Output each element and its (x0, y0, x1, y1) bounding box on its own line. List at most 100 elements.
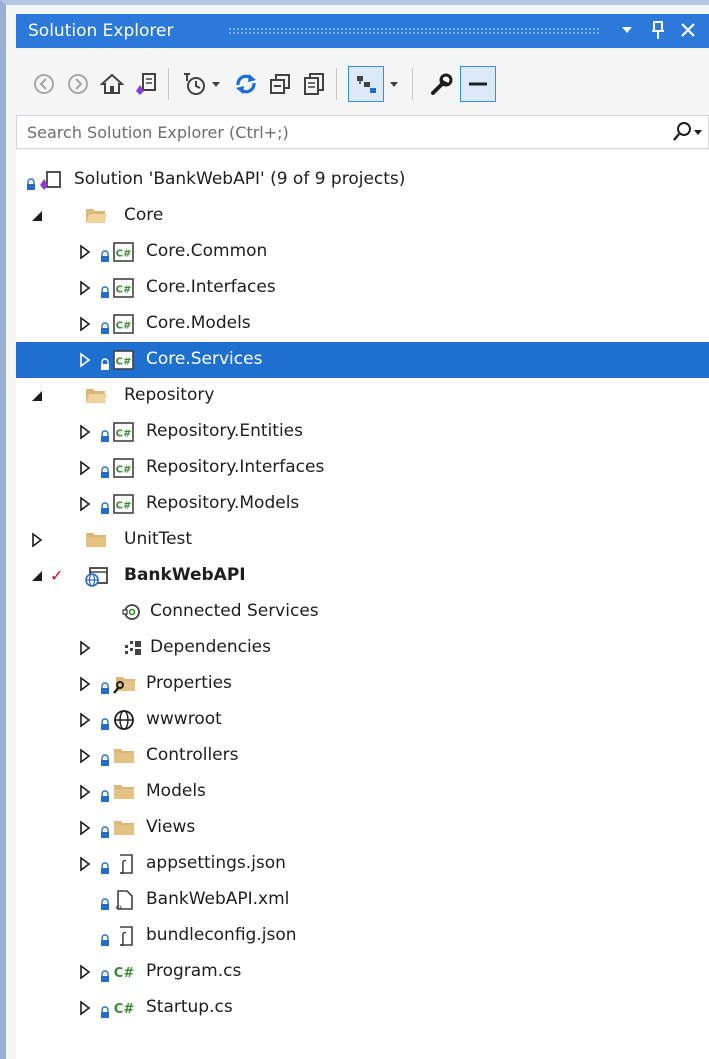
home-icon[interactable] (94, 66, 130, 102)
csharp-project-icon: C# (112, 493, 136, 515)
tree-row[interactable]: C# Repository.Entities (16, 414, 709, 450)
window-title: Solution Explorer (28, 21, 174, 41)
collapsed-arrow-icon[interactable] (78, 747, 92, 765)
svg-text:C#: C# (116, 501, 132, 512)
title-grip[interactable] (228, 27, 599, 35)
folder-icon (112, 817, 136, 839)
collapsed-arrow-icon[interactable] (78, 675, 92, 693)
tree-row[interactable]: C# Core.Interfaces (16, 270, 709, 306)
pin-icon[interactable] (650, 19, 666, 46)
csharp-file-icon: C# (112, 961, 136, 983)
tree-item-label: Core.Models (146, 313, 251, 333)
source-control-lock-icon (100, 499, 110, 514)
xml-file-icon: ‹› (112, 889, 136, 913)
folder-icon (112, 745, 136, 767)
tree-row[interactable]: UnitTest (16, 522, 709, 558)
tree-row[interactable]: wwwroot (16, 702, 709, 738)
dependencies-icon (120, 637, 144, 659)
tree-row[interactable]: ‹› BankWebAPI.xml (16, 882, 709, 918)
collapsed-arrow-icon[interactable] (78, 279, 92, 297)
dropdown-icon[interactable] (620, 19, 634, 46)
tree-row[interactable]: ✓ BankWebAPI (16, 558, 709, 594)
tree-item-label: Repository (124, 385, 215, 405)
expanded-arrow-icon[interactable] (30, 387, 44, 405)
tree-row[interactable]: C# Core.Common (16, 234, 709, 270)
properties-folder-icon (112, 673, 136, 695)
source-control-lock-icon (100, 967, 110, 982)
tree-item-label: bundleconfig.json (146, 925, 297, 945)
collapsed-arrow-icon[interactable] (78, 243, 92, 261)
preview-pane-icon[interactable] (460, 66, 496, 102)
search-input[interactable] (27, 120, 627, 144)
expanded-arrow-icon[interactable] (30, 567, 44, 585)
collapsed-arrow-icon[interactable] (78, 999, 92, 1017)
switch-views-icon[interactable] (128, 66, 164, 102)
collapsed-arrow-icon[interactable] (78, 711, 92, 729)
forward-icon[interactable] (60, 66, 96, 102)
properties-icon[interactable] (424, 66, 460, 102)
close-icon[interactable] (678, 19, 698, 46)
search-box[interactable] (16, 115, 709, 149)
tree-row[interactable]: Models (16, 774, 709, 810)
tree-row[interactable]: Solution 'BankWebAPI' (9 of 9 projects) (16, 162, 709, 198)
tree-item-label: Views (146, 817, 196, 837)
tree-row[interactable]: C# Core.Services (16, 342, 709, 378)
collapsed-arrow-icon[interactable] (78, 495, 92, 513)
tree-row[interactable]: C# Repository.Interfaces (16, 450, 709, 486)
tree-row[interactable]: Views (16, 810, 709, 846)
collapsed-arrow-icon[interactable] (30, 531, 44, 549)
preview-selected-items-icon[interactable] (348, 66, 384, 102)
source-control-lock-icon (100, 463, 110, 478)
tree-row[interactable]: Controllers (16, 738, 709, 774)
tree-row[interactable]: Connected Services (16, 594, 709, 630)
web-project-icon (84, 565, 108, 587)
folder-icon (84, 529, 108, 551)
collapse-all-icon[interactable] (262, 66, 298, 102)
expanded-arrow-icon[interactable] (30, 207, 44, 225)
csharp-project-icon: C# (112, 421, 136, 443)
search-icon[interactable] (670, 120, 704, 148)
tree-item-label: Core (124, 205, 164, 225)
back-icon[interactable] (26, 66, 62, 102)
svg-text:C#: C# (116, 285, 132, 296)
csharp-project-icon: C# (112, 277, 136, 299)
source-control-lock-icon (100, 823, 110, 838)
collapsed-arrow-icon[interactable] (78, 963, 92, 981)
show-all-files-icon[interactable] (296, 66, 332, 102)
tree-row[interactable]: C# Core.Models (16, 306, 709, 342)
collapsed-arrow-icon[interactable] (78, 783, 92, 801)
globe-icon (112, 709, 136, 731)
tree-row[interactable]: Repository (16, 378, 709, 414)
tree-item-label: Core.Common (146, 241, 268, 261)
tree-item-label: BankWebAPI (124, 565, 246, 585)
collapsed-arrow-icon[interactable] (78, 459, 92, 477)
collapsed-arrow-icon[interactable] (78, 855, 92, 873)
tree-row[interactable]: Core (16, 198, 709, 234)
collapsed-arrow-icon[interactable] (78, 351, 92, 369)
folder-open-icon (84, 205, 108, 227)
svg-text:C#: C# (116, 249, 132, 260)
tree-row[interactable]: C# Program.cs (16, 954, 709, 990)
tree-row[interactable]: Dependencies (16, 630, 709, 666)
tree-item-label: Dependencies (150, 637, 271, 657)
collapsed-arrow-icon[interactable] (78, 639, 92, 657)
tree-row[interactable]: ʃ bundleconfig.json (16, 918, 709, 954)
collapsed-arrow-icon[interactable] (78, 819, 92, 837)
sync-icon[interactable] (228, 66, 264, 102)
tree-row[interactable]: C# Startup.cs (16, 990, 709, 1026)
csharp-project-icon: C# (112, 241, 136, 263)
preview-dropdown-icon[interactable] (384, 66, 404, 102)
svg-text:C#: C# (116, 357, 132, 368)
csharp-file-icon: C# (112, 997, 136, 1019)
folder-icon (112, 781, 136, 803)
filter-dropdown-icon[interactable] (206, 66, 226, 102)
tree-row[interactable]: C# Repository.Models (16, 486, 709, 522)
tree-item-label: Program.cs (146, 961, 242, 981)
collapsed-arrow-icon[interactable] (78, 315, 92, 333)
tree-row[interactable]: ʃ appsettings.json (16, 846, 709, 882)
svg-text:C#: C# (114, 1002, 135, 1017)
tree-row[interactable]: Properties (16, 666, 709, 702)
collapsed-arrow-icon[interactable] (78, 423, 92, 441)
title-bar[interactable]: Solution Explorer (16, 14, 709, 48)
svg-text:ʃ: ʃ (120, 931, 126, 947)
